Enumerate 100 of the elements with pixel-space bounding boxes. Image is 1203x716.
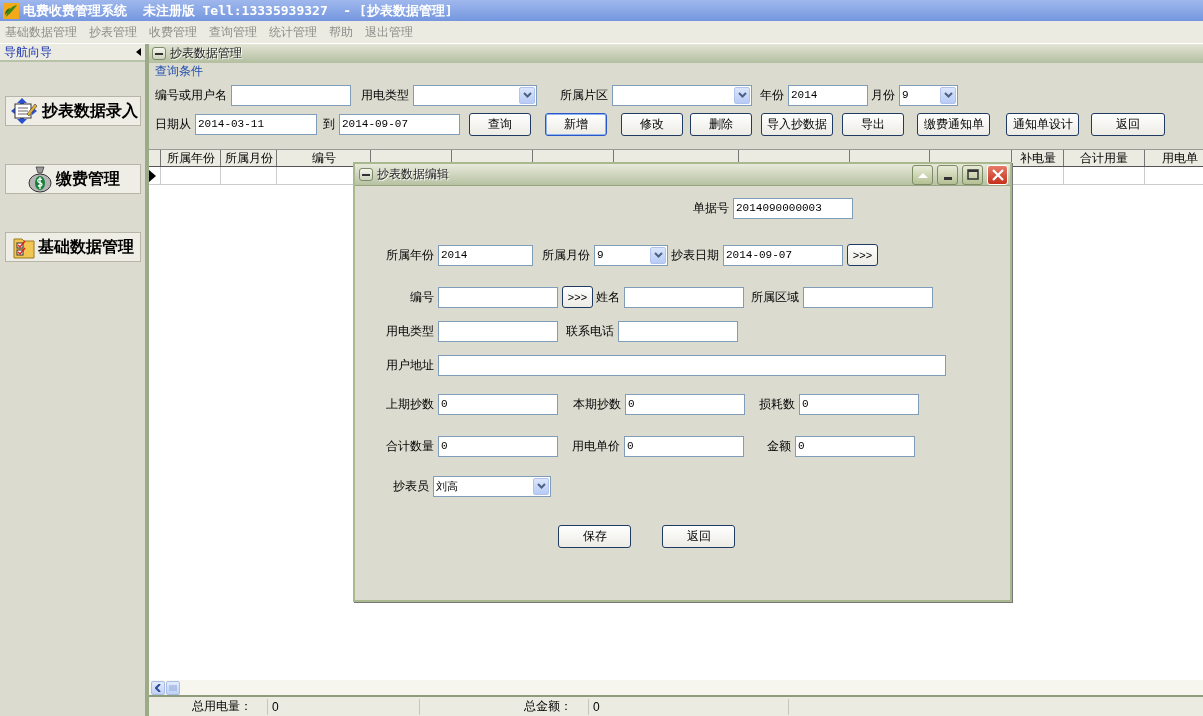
- browse-button[interactable]: >>>: [847, 244, 878, 266]
- field-label: 姓名: [595, 288, 621, 306]
- field-label: 抄表日期: [670, 246, 720, 264]
- input-field[interactable]: 0: [795, 435, 915, 457]
- input-field[interactable]: [438, 354, 946, 376]
- input-field[interactable]: 0: [438, 435, 558, 457]
- collapse-button[interactable]: [152, 47, 166, 60]
- chevron-left-icon: [155, 683, 161, 692]
- dialog-button[interactable]: 返回: [662, 525, 735, 548]
- field-label: 用户地址: [385, 356, 435, 374]
- sidebar-title: 导航向导: [4, 43, 52, 61]
- status-label: 总用电量：: [191, 698, 253, 715]
- caret-down-icon: [737, 92, 747, 98]
- column-header[interactable]: 用电单: [1145, 150, 1203, 166]
- maximize-icon: [966, 169, 979, 180]
- date-field[interactable]: 2014-03-11: [195, 113, 317, 135]
- column-header[interactable]: 合计用量: [1064, 150, 1145, 166]
- field-label: 月份: [871, 86, 896, 104]
- minus-icon: [155, 52, 163, 55]
- field-label: 所属年份: [385, 246, 435, 264]
- caret-down-icon: [943, 92, 953, 98]
- input-field[interactable]: 0: [438, 393, 558, 415]
- horizontal-scrollbar[interactable]: [149, 680, 1203, 697]
- field-label: 所属片区: [560, 86, 609, 104]
- folder-checklist-icon: [12, 235, 35, 259]
- caret-down-icon: [522, 92, 532, 98]
- input-field[interactable]: 2014: [788, 84, 868, 106]
- dialog-button[interactable]: 保存: [558, 525, 631, 548]
- dialog-title: 抄表数据编辑: [377, 166, 450, 183]
- column-header[interactable]: 所属年份: [161, 150, 221, 166]
- field-label: 编号或用户名: [155, 86, 228, 104]
- dropdown-field[interactable]: 刘高: [433, 475, 551, 497]
- collapse-arrow-icon[interactable]: [136, 48, 141, 56]
- input-field[interactable]: 0: [624, 435, 744, 457]
- leaf-logo-icon: [3, 2, 19, 19]
- scroll-thumb[interactable]: [166, 680, 180, 695]
- toolbar-button[interactable]: 新增: [545, 112, 607, 136]
- field-label: 金额: [766, 437, 792, 455]
- toolbar-button[interactable]: 导出: [842, 112, 904, 136]
- toolbar-button[interactable]: 删除: [690, 112, 752, 136]
- caret-down-icon: [653, 252, 663, 258]
- nav-button[interactable]: 缴费管理: [5, 164, 141, 194]
- field-label: 联系电话: [565, 322, 615, 340]
- toolbar-button[interactable]: 查询: [469, 112, 531, 136]
- field-label: 用电单价: [571, 437, 621, 455]
- triangle-up-icon: [917, 171, 928, 178]
- field-label: 到: [323, 115, 336, 133]
- close-icon: [991, 168, 1004, 181]
- field-label: 所属区域: [750, 288, 800, 306]
- field-label: 用电类型: [361, 86, 410, 104]
- minus-icon: [362, 173, 370, 176]
- input-field[interactable]: [624, 286, 744, 308]
- minimize-icon: [943, 176, 952, 180]
- nav-button[interactable]: 抄表数据录入: [5, 96, 141, 126]
- input-field[interactable]: 0: [625, 393, 745, 415]
- toolbar-button[interactable]: 缴费通知单: [917, 112, 990, 136]
- browse-button[interactable]: >>>: [562, 286, 593, 308]
- toolbar-button[interactable]: 修改: [621, 112, 683, 136]
- toolbar-button[interactable]: 导入抄数据: [761, 112, 833, 136]
- field-label: 用电类型: [385, 322, 435, 340]
- input-field[interactable]: [438, 320, 558, 342]
- dropdown-field[interactable]: 9: [899, 84, 958, 106]
- input-field[interactable]: [231, 84, 351, 106]
- caret-down-icon: [536, 483, 546, 489]
- input-field[interactable]: 2014-09-07: [723, 244, 843, 266]
- grip-icon: [169, 684, 177, 691]
- minimize-button[interactable]: [937, 164, 958, 185]
- scroll-left-button[interactable]: [151, 680, 165, 695]
- status-value: 0: [272, 699, 279, 714]
- field-label: 单据号: [692, 199, 730, 217]
- input-field[interactable]: 2014: [438, 244, 533, 266]
- status-value: 0: [593, 699, 600, 714]
- panel-title: 抄表数据管理: [170, 45, 242, 62]
- input-field[interactable]: [438, 286, 558, 308]
- nav-button[interactable]: 基础数据管理: [5, 232, 141, 262]
- input-field[interactable]: 2014090000003: [733, 197, 853, 219]
- roll-up-button[interactable]: [912, 164, 933, 185]
- collapse-button[interactable]: [359, 168, 373, 181]
- maximize-button[interactable]: [962, 164, 983, 185]
- input-field[interactable]: 0: [799, 393, 919, 415]
- field-label: 上期抄数: [385, 395, 435, 413]
- window-title: 电费收费管理系统 未注册版 Tell:13335939327 - [抄表数据管理]: [23, 1, 453, 20]
- group-legend: 查询条件: [155, 65, 1203, 77]
- dropdown-field[interactable]: 9: [594, 244, 668, 266]
- close-button[interactable]: [987, 164, 1008, 185]
- field-label: 本期抄数: [572, 395, 622, 413]
- date-field[interactable]: 2014-09-07: [339, 113, 460, 135]
- field-label: 所属月份: [541, 246, 591, 264]
- column-header[interactable]: 所属月份: [221, 150, 277, 166]
- field-label: 损耗数: [758, 395, 796, 413]
- row-pointer-icon: [149, 169, 156, 182]
- input-field[interactable]: [803, 286, 933, 308]
- dropdown-field[interactable]: [413, 84, 537, 106]
- money-bag-icon: [26, 165, 53, 193]
- field-label: 编号: [409, 288, 435, 306]
- field-label: 抄表员: [392, 477, 430, 495]
- input-field[interactable]: [618, 320, 738, 342]
- toolbar-button[interactable]: 返回: [1091, 112, 1165, 136]
- toolbar-button[interactable]: 通知单设计: [1006, 112, 1079, 136]
- dropdown-field[interactable]: [612, 84, 752, 106]
